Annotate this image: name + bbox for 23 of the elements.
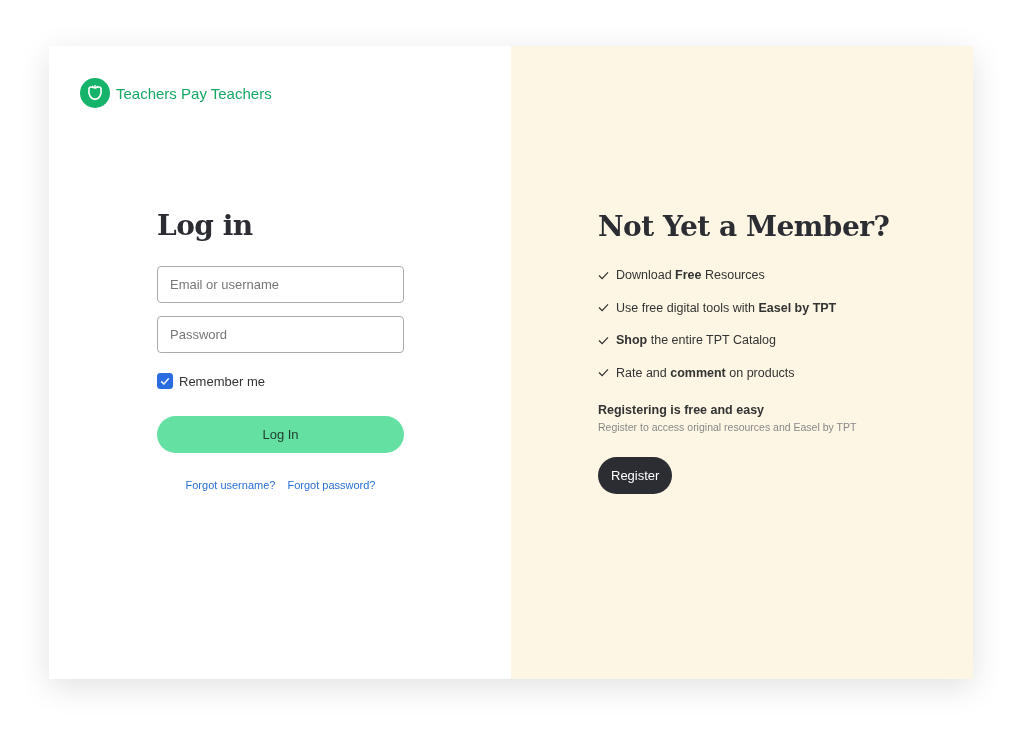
apple-logo-icon (80, 78, 110, 108)
register-button[interactable]: Register (598, 457, 673, 494)
check-icon (598, 335, 609, 345)
check-icon (598, 303, 609, 313)
login-heading: Log in (157, 209, 254, 242)
forgot-link[interactable]: Forgot password? (287, 479, 376, 491)
forgot-link[interactable]: Forgot username? (185, 479, 276, 491)
benefit-text: Shop the entire TPT Catalog (616, 333, 777, 348)
remember-label: Remember me (179, 373, 265, 389)
benefit-text: Use free digital tools with Easel by TPT (616, 300, 837, 315)
check-icon (598, 368, 609, 378)
checkmark-icon (159, 375, 171, 387)
benefit-text: Download Free Resources (616, 268, 765, 283)
logo-wordmark: Teachers Pay Teachers (116, 84, 272, 102)
benefit-text: Rate and comment on products (616, 365, 795, 380)
register-subtitle: Registering is free and easy (598, 403, 766, 417)
remember-checkbox[interactable] (157, 373, 173, 389)
check-icon (598, 270, 609, 280)
login-button[interactable]: Log In (157, 416, 404, 453)
password-field[interactable]: Password (157, 316, 404, 353)
register-heading: Not Yet a Member? (598, 210, 891, 243)
email-field[interactable]: Email or username (157, 266, 404, 303)
register-note: Register to access original resources and Easel by TPT (598, 421, 858, 433)
